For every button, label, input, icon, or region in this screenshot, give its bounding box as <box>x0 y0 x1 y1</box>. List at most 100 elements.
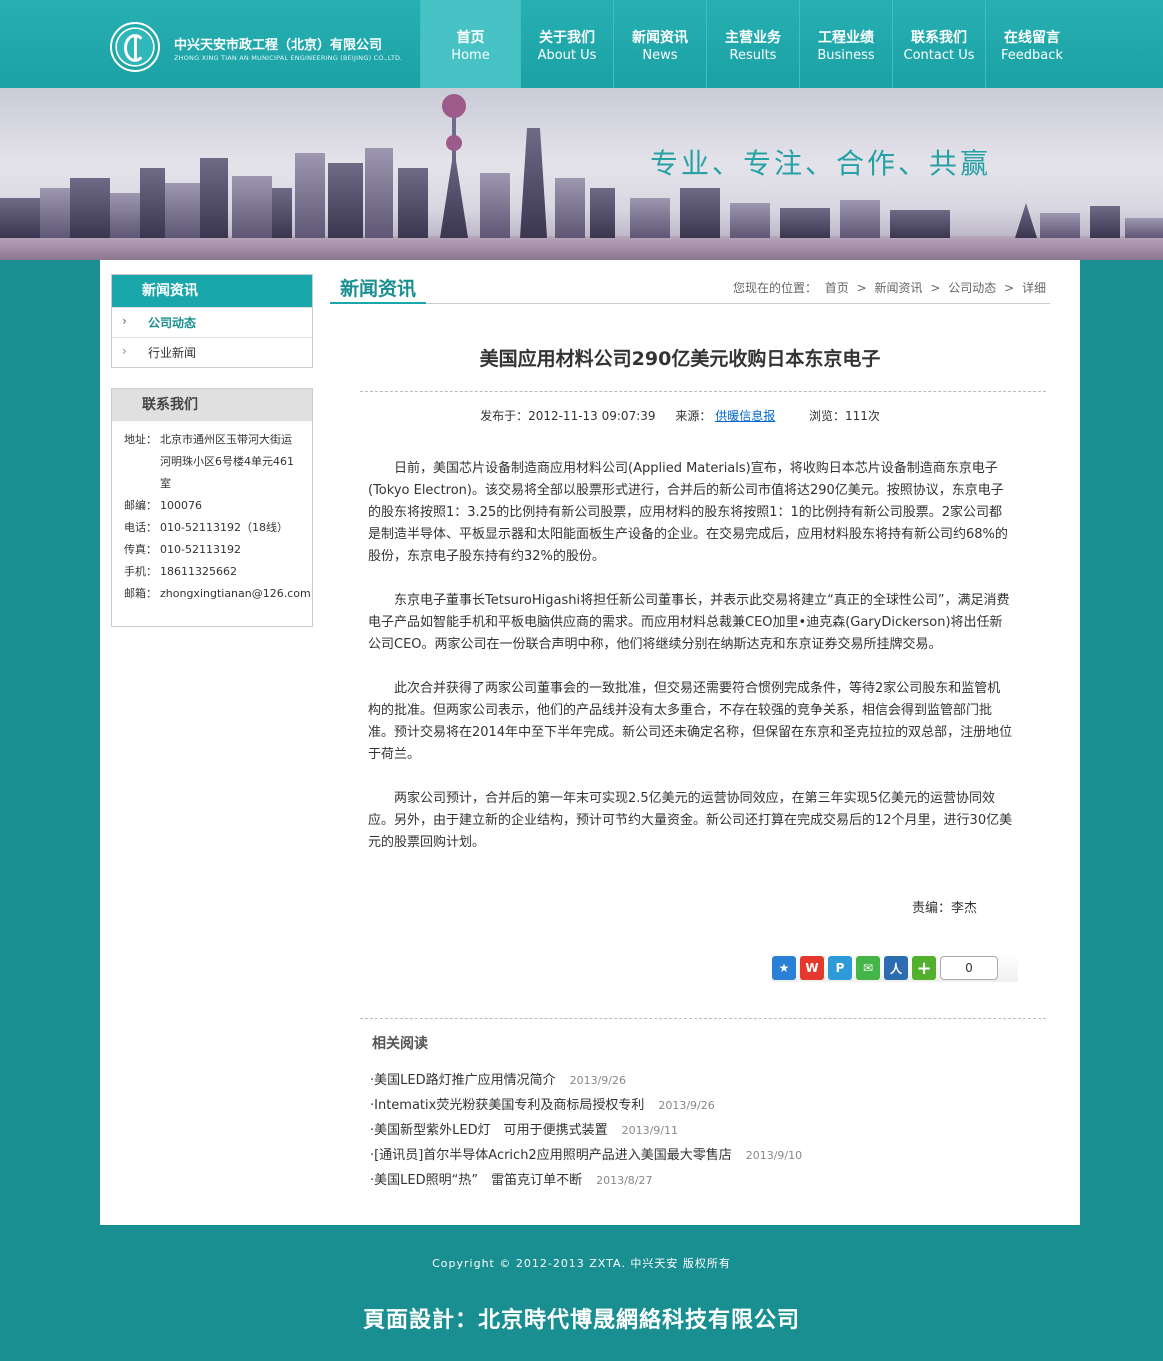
list-item[interactable]: ·美国新型紫外LED灯 可用于便携式装置 2013/9/11 <box>370 1118 970 1143</box>
article-body: 日前，美国芯片设备制造商应用材料公司(Applied Materials)宣布，… <box>368 458 1013 876</box>
contact-email: 邮箱： zhongxingtianan@126.com <box>112 583 312 605</box>
list-item[interactable]: ·美国LED照明“热” 雷笛克订单不断 2013/8/27 <box>370 1168 970 1193</box>
related-link[interactable]: ·美国新型紫外LED灯 可用于便携式装置 <box>370 1123 608 1138</box>
renren-icon[interactable]: 人 <box>884 956 908 980</box>
contact-label: 传真： <box>124 543 157 556</box>
contact-value: 010-52113192（18线） <box>160 521 288 534</box>
nav-label-en: About Us <box>537 48 597 63</box>
related-reading-list: ·美国LED路灯推广应用情况简介 2013/9/26 ·Intematix荧光粉获… <box>370 1068 970 1193</box>
main-nav: 首页 Home 关于我们 About Us 新闻资讯 News 主营业务 Results… <box>420 0 1078 88</box>
contact-label: 邮箱： <box>124 587 157 600</box>
source-label: 来源： <box>675 409 712 423</box>
breadcrumb-news[interactable]: 新闻资讯 <box>875 281 923 295</box>
contact-value: 100076 <box>160 499 202 512</box>
nav-label-en: Results <box>729 48 777 63</box>
related-date: 2013/8/27 <box>596 1174 653 1187</box>
nav-label-cn: 首页 <box>456 30 485 46</box>
nav-contact[interactable]: 联系我们 Contact Us <box>892 0 985 88</box>
contact-value[interactable]: zhongxingtianan@126.com <box>160 583 311 605</box>
nav-home[interactable]: 首页 Home <box>420 0 520 88</box>
article-title: 美国应用材料公司290亿美元收购日本东京电子 <box>479 348 881 370</box>
breadcrumb-home[interactable]: 首页 <box>825 281 849 295</box>
breadcrumb-company-news[interactable]: 公司动态 <box>948 281 996 295</box>
nav-feedback[interactable]: 在线留言 Feedback <box>985 0 1078 88</box>
wechat-icon[interactable]: ✉ <box>856 956 880 980</box>
related-divider <box>360 1018 1046 1019</box>
company-logo[interactable]: 中兴天安市政工程（北京）有限公司 ZHONG XING TIAN AN MUNI… <box>110 22 410 76</box>
section-title: 新闻资讯 <box>330 274 427 304</box>
nav-label-en: News <box>642 48 678 63</box>
copyright-text: Copyright © 2012-2013 ZXTA. 中兴天安 版权所有 <box>432 1257 731 1270</box>
contact-address: 地址： 北京市通州区玉带河大街运河明珠小区6号楼4单元461室 <box>112 429 312 495</box>
content-header: 新闻资讯 您现在的位置： 首页 > 新闻资讯 > 公司动态 > 详细 <box>330 274 1050 304</box>
more-share-plus-icon[interactable]: + <box>912 956 936 980</box>
sidebar-news-menu: 新闻资讯 公司动态 行业新闻 <box>111 274 313 368</box>
publish-time: 发布于：2012-11-13 09:07:39 <box>480 409 656 423</box>
nav-label-cn: 新闻资讯 <box>632 30 688 46</box>
sidebar-item-industry-news[interactable]: 行业新闻 <box>112 336 312 367</box>
list-item[interactable]: ·Intematix荧光粉获美国专利及商标局授权专利 2013/9/26 <box>370 1093 970 1118</box>
sidebar-contact-title: 联系我们 <box>112 389 312 421</box>
company-name-cn: 中兴天安市政工程（北京）有限公司 <box>174 38 383 53</box>
nav-label-cn: 主营业务 <box>725 30 781 46</box>
breadcrumb-detail: 详细 <box>1021 281 1046 295</box>
banner-slogan: 专业、专注、合作、共赢 <box>650 147 992 180</box>
breadcrumb-separator: > <box>930 281 941 295</box>
related-date: 2013/9/26 <box>658 1099 715 1112</box>
view-count: 浏览：111次 <box>809 409 880 423</box>
article-paragraph: 此次合并获得了两家公司董事会的一致批准，但交易还需要符合惯例完成条件，等待2家公… <box>368 681 1013 762</box>
city-skyline-banner: 专业、专注、合作、共赢 <box>0 88 1163 260</box>
related-link[interactable]: ·美国LED照明“热” 雷笛克订单不断 <box>370 1173 582 1188</box>
nav-label-en: Feedback <box>1001 48 1063 63</box>
globe-logo-icon <box>110 22 160 72</box>
related-reading-title: 相关阅读 <box>372 1036 428 1052</box>
nav-label-en: Contact Us <box>903 48 975 63</box>
contact-fax: 传真： 010-52113192 <box>112 539 312 561</box>
contact-label: 邮编： <box>124 499 157 512</box>
article-meta: 发布于：2012-11-13 09:07:39 来源： 供暖信息报 浏览：111… <box>360 407 1000 424</box>
nav-about[interactable]: 关于我们 About Us <box>520 0 613 88</box>
nav-label-cn: 工程业绩 <box>818 30 874 46</box>
share-count: 0 <box>940 956 998 980</box>
designer-credit: 頁面設計：北京時代博晟網絡科技有限公司 <box>362 1308 800 1333</box>
article-editor: 责编：李杰 <box>912 901 978 916</box>
tencent-weibo-icon[interactable]: P <box>828 956 852 980</box>
article-paragraph: 两家公司预计，合并后的第一年末可实现2.5亿美元的运营协同效应，在第三年实现5亿… <box>368 791 1013 850</box>
related-link[interactable]: ·[通讯员]首尔半导体Acrich2应用照明产品进入美国最大零售店 <box>370 1148 732 1163</box>
sidebar-item-company-news[interactable]: 公司动态 <box>112 306 312 337</box>
contact-value: 北京市通州区玉带河大街运河明珠小区6号楼4单元461室 <box>160 433 294 490</box>
related-date: 2013/9/10 <box>745 1149 803 1162</box>
contact-mobile: 手机： 18611325662 <box>112 561 312 583</box>
nav-label-en: Home <box>451 48 490 63</box>
list-item[interactable]: ·[通讯员]首尔半导体Acrich2应用照明产品进入美国最大零售店 2013/9/… <box>370 1143 970 1168</box>
weibo-icon[interactable]: W <box>800 956 824 980</box>
related-link[interactable]: ·Intematix荧光粉获美国专利及商标局授权专利 <box>370 1098 644 1113</box>
related-link[interactable]: ·美国LED路灯推广应用情况简介 <box>370 1073 556 1088</box>
nav-results[interactable]: 主营业务 Results <box>706 0 799 88</box>
related-date: 2013/9/26 <box>569 1074 627 1087</box>
contact-phone: 电话： 010-52113192（18线） <box>112 517 312 539</box>
nav-label-en: Business <box>817 48 875 63</box>
nav-label-cn: 在线留言 <box>1004 30 1060 46</box>
article-paragraph: 日前，美国芯片设备制造商应用材料公司(Applied Materials)宣布，… <box>368 461 1008 564</box>
company-name-en: ZHONG XING TIAN AN MUNICIPAL ENGINEERING… <box>174 54 403 62</box>
breadcrumb-separator: > <box>856 281 867 295</box>
article-paragraph: 东京电子董事长TetsuroHigashi将担任新公司董事长，并表示此交易将建立… <box>368 593 1010 652</box>
nav-label-cn: 关于我们 <box>539 30 595 46</box>
contact-zip: 邮编： 100076 <box>112 495 312 517</box>
site-header: 中兴天安市政工程（北京）有限公司 ZHONG XING TIAN AN MUNI… <box>0 0 1163 88</box>
nav-news[interactable]: 新闻资讯 News <box>613 0 706 88</box>
title-divider <box>360 391 1046 392</box>
nav-label-cn: 联系我们 <box>911 30 967 46</box>
source-link[interactable]: 供暖信息报 <box>715 409 775 423</box>
share-toolbar: ★ W P ✉ 人 + 0 <box>772 954 1018 982</box>
favorite-star-icon[interactable]: ★ <box>772 956 796 980</box>
main-content-area: 新闻资讯 公司动态 行业新闻 联系我们 地址：北京市通州区玉带河大街运河明珠小区… <box>100 260 1080 1225</box>
breadcrumb-separator: > <box>1004 281 1015 295</box>
contact-value: 010-52113192 <box>160 543 241 556</box>
breadcrumb: 您现在的位置： 首页 > 新闻资讯 > 公司动态 > 详细 <box>733 279 1050 296</box>
contact-value: 18611325662 <box>160 565 237 578</box>
list-item[interactable]: ·美国LED路灯推广应用情况简介 2013/9/26 <box>370 1068 970 1093</box>
nav-business[interactable]: 工程业绩 Business <box>799 0 892 88</box>
related-date: 2013/9/11 <box>621 1124 679 1137</box>
